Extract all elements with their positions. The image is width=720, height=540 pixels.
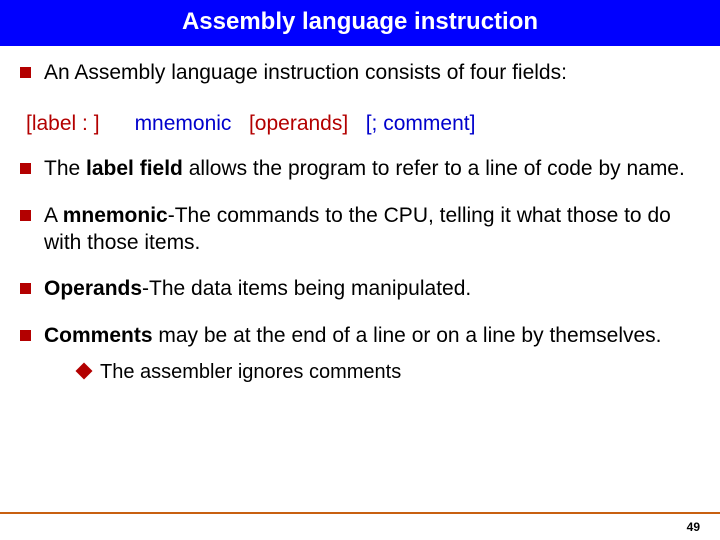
list-item: Operands-The data items being manipulate… <box>18 276 702 303</box>
text: The <box>44 157 86 180</box>
bullet-list: The label field allows the program to re… <box>18 156 702 386</box>
bold-text: label field <box>86 157 183 180</box>
bold-text: Comments <box>44 324 153 347</box>
text: A <box>44 204 63 227</box>
bold-text: Operands <box>44 277 142 300</box>
footer-divider <box>0 512 720 514</box>
slide-title: Assembly language instruction <box>0 0 720 46</box>
list-item: The label field allows the program to re… <box>18 156 702 183</box>
sub-bullet-list: The assembler ignores comments <box>44 360 702 386</box>
text: -The data items being manipulated. <box>142 277 471 300</box>
syntax-operands: [operands] <box>249 112 348 135</box>
syntax-label: [label : ] <box>26 112 100 135</box>
text: allows the program to refer to a line of… <box>183 157 685 180</box>
list-item: A mnemonic-The commands to the CPU, tell… <box>18 203 702 257</box>
bold-text: mnemonic <box>63 204 168 227</box>
syntax-comment: [; comment] <box>366 112 476 135</box>
text: may be at the end of a line or on a line… <box>153 324 662 347</box>
slide-body: An Assembly language instruction consist… <box>0 46 720 386</box>
syntax-line: [label : ] mnemonic [operands] [; commen… <box>18 107 702 156</box>
page-number: 49 <box>687 520 700 534</box>
list-item: The assembler ignores comments <box>78 360 702 386</box>
bullet-list: An Assembly language instruction consist… <box>18 60 702 87</box>
list-item: Comments may be at the end of a line or … <box>18 323 702 385</box>
list-item: An Assembly language instruction consist… <box>18 60 702 87</box>
syntax-mnemonic: mnemonic <box>135 112 232 135</box>
